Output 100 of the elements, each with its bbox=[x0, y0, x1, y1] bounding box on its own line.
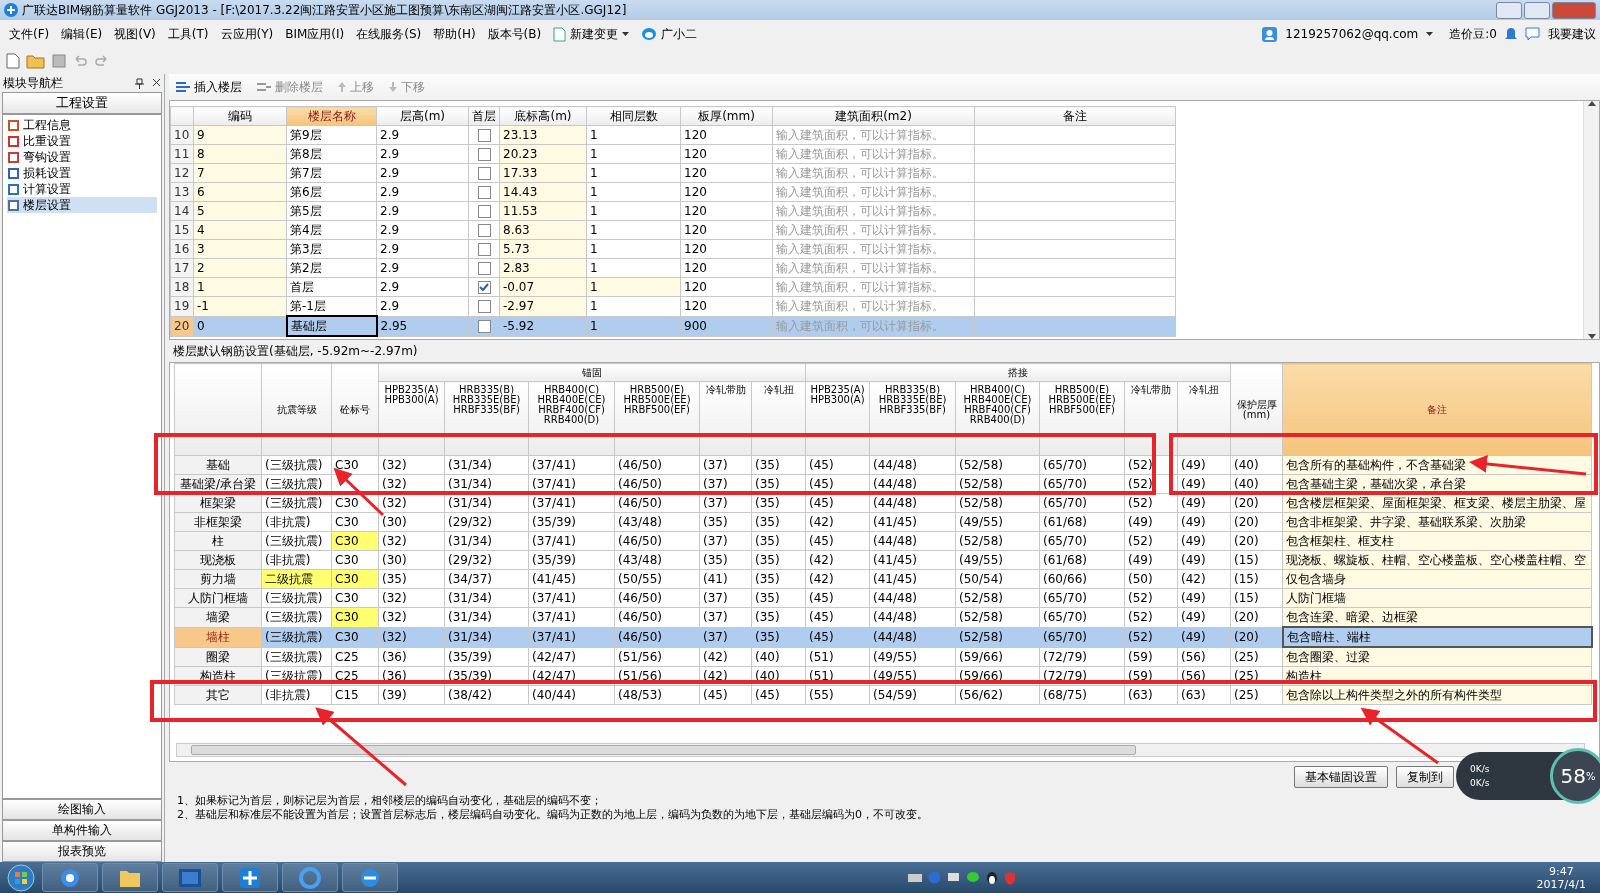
checkbox[interactable] bbox=[477, 243, 491, 256]
tree-item[interactable]: 计算设置 bbox=[7, 181, 157, 197]
table-cell[interactable]: (30) bbox=[378, 550, 445, 570]
table-cell[interactable]: (20) bbox=[1230, 493, 1283, 513]
table-cell[interactable]: (49) bbox=[1177, 607, 1231, 627]
table-cell[interactable]: (32) bbox=[378, 588, 445, 608]
table-cell[interactable]: (40/44) bbox=[528, 685, 615, 705]
table-cell[interactable]: (40) bbox=[751, 666, 806, 686]
checkbox[interactable] bbox=[477, 300, 491, 314]
table-cell[interactable]: (44/48) bbox=[869, 493, 956, 513]
table-cell[interactable]: (51) bbox=[805, 647, 870, 667]
table-cell[interactable]: (41/45) bbox=[869, 550, 956, 570]
table-cell[interactable]: (46/50) bbox=[614, 531, 700, 551]
table-cell[interactable]: (42) bbox=[699, 666, 752, 686]
restore-button[interactable] bbox=[1524, 1, 1550, 19]
table-cell[interactable]: (72/79) bbox=[1039, 666, 1125, 686]
table-cell[interactable]: 第7层 bbox=[286, 163, 377, 183]
table-cell[interactable]: (49/55) bbox=[869, 666, 956, 686]
column-header[interactable]: HRB400(C) HRB400E(CE) HRBF400(CF) RRB400(D) bbox=[955, 381, 1040, 456]
table-cell[interactable]: (三级抗震) bbox=[261, 607, 332, 627]
table-cell[interactable]: (37/41) bbox=[528, 588, 615, 608]
browser-icon[interactable] bbox=[342, 863, 398, 892]
table-cell[interactable]: (51/56) bbox=[614, 666, 700, 686]
table-cell[interactable]: (49) bbox=[1124, 550, 1178, 570]
table-cell[interactable]: (65/70) bbox=[1039, 588, 1125, 608]
table-cell[interactable]: (46/50) bbox=[614, 588, 700, 608]
table-cell[interactable]: (55) bbox=[805, 685, 870, 705]
checkbox[interactable] bbox=[477, 262, 491, 275]
table-cell[interactable]: (56) bbox=[1177, 647, 1231, 667]
menu-item[interactable]: 新建变更 bbox=[570, 25, 619, 43]
table-cell[interactable]: (49) bbox=[1177, 531, 1231, 551]
table-cell[interactable]: (52/58) bbox=[955, 531, 1040, 551]
menu-item[interactable]: 帮助(H) bbox=[428, 23, 481, 45]
undo-icon[interactable] bbox=[72, 54, 88, 68]
table-cell[interactable]: (32) bbox=[378, 607, 445, 627]
pin-icon[interactable] bbox=[135, 77, 144, 89]
table-cell[interactable]: (43/48) bbox=[614, 512, 700, 532]
table-cell[interactable]: C30 bbox=[331, 455, 379, 475]
table-cell[interactable]: (29/32) bbox=[444, 550, 529, 570]
table-cell[interactable]: (45) bbox=[805, 493, 870, 513]
table-cell[interactable]: (30) bbox=[378, 512, 445, 532]
table-cell[interactable]: 2.9 bbox=[376, 220, 469, 240]
table-cell[interactable]: (63) bbox=[1177, 685, 1231, 705]
table-cell[interactable]: (54/59) bbox=[869, 685, 956, 705]
table-cell[interactable]: (46/50) bbox=[614, 455, 700, 475]
shield-icon[interactable] bbox=[1004, 870, 1017, 885]
table-cell[interactable]: C25 bbox=[331, 647, 379, 667]
table-cell[interactable]: (31/34) bbox=[444, 493, 529, 513]
table-cell[interactable]: 第2层 bbox=[286, 258, 377, 278]
table-cell[interactable]: 第3层 bbox=[286, 239, 377, 259]
table-cell[interactable]: (52) bbox=[1124, 493, 1178, 513]
table-cell[interactable]: 120 bbox=[680, 125, 773, 145]
column-header[interactable]: 建筑面积(m2) bbox=[772, 106, 975, 126]
table-cell[interactable]: (32) bbox=[378, 531, 445, 551]
column-header[interactable]: 首层 bbox=[468, 106, 500, 126]
checkbox[interactable] bbox=[477, 167, 491, 180]
table-cell[interactable]: 120 bbox=[680, 163, 773, 183]
table-cell[interactable]: (49) bbox=[1177, 550, 1231, 570]
chat-icon[interactable] bbox=[966, 871, 981, 884]
table-cell[interactable]: (49/55) bbox=[955, 550, 1040, 570]
table-cell[interactable]: (35) bbox=[751, 588, 806, 608]
table-cell[interactable]: (49) bbox=[1177, 512, 1231, 532]
minimize-button[interactable] bbox=[1496, 1, 1522, 19]
table-cell[interactable]: (25) bbox=[1230, 685, 1283, 705]
column-header[interactable]: 备注 bbox=[974, 106, 1176, 126]
table-cell[interactable]: (68/75) bbox=[1039, 685, 1125, 705]
table-cell[interactable]: (44/48) bbox=[869, 531, 956, 551]
table-cell[interactable]: (48/53) bbox=[614, 685, 700, 705]
table-cell[interactable]: 1 bbox=[586, 239, 681, 259]
table-cell[interactable]: 2.9 bbox=[376, 182, 469, 202]
keyboard-icon[interactable] bbox=[908, 872, 923, 883]
feedback-icon[interactable] bbox=[1525, 27, 1540, 41]
column-header[interactable]: 底标高(m) bbox=[499, 106, 587, 126]
table-cell[interactable]: 1 bbox=[586, 220, 681, 240]
table-cell[interactable]: (37/41) bbox=[528, 493, 615, 513]
table-cell[interactable]: (25) bbox=[1230, 647, 1283, 667]
table-cell[interactable]: (61/68) bbox=[1039, 512, 1125, 532]
network-icon[interactable] bbox=[947, 871, 961, 884]
table-cell[interactable]: (37/41) bbox=[528, 531, 615, 551]
table-cell[interactable]: (42) bbox=[1177, 569, 1231, 589]
action-button[interactable]: 复制到 bbox=[1396, 766, 1454, 788]
table-cell[interactable]: (15) bbox=[1230, 550, 1283, 570]
table-cell[interactable]: 2.9 bbox=[376, 239, 469, 259]
table-cell[interactable]: (52/58) bbox=[955, 493, 1040, 513]
table-cell[interactable]: (49/55) bbox=[955, 512, 1040, 532]
table-cell[interactable]: 2.9 bbox=[376, 201, 469, 221]
menu-item[interactable]: 视图(V) bbox=[109, 23, 161, 45]
checkbox[interactable] bbox=[477, 205, 491, 218]
table-cell[interactable]: (61/68) bbox=[1039, 550, 1125, 570]
table-cell[interactable]: (37) bbox=[699, 531, 752, 551]
table-cell[interactable]: (40) bbox=[1230, 455, 1283, 475]
table-cell[interactable]: (三级抗震) bbox=[261, 588, 332, 608]
table-cell[interactable]: (45) bbox=[699, 685, 752, 705]
table-cell[interactable]: 120 bbox=[680, 220, 773, 240]
new-file-icon[interactable] bbox=[6, 53, 20, 69]
table-cell[interactable]: (非抗震) bbox=[261, 550, 332, 570]
table-cell[interactable]: 2.9 bbox=[376, 258, 469, 278]
table-cell[interactable]: 2.9 bbox=[376, 163, 469, 183]
table-cell[interactable]: (59) bbox=[1124, 666, 1178, 686]
caret-icon[interactable] bbox=[622, 32, 630, 36]
